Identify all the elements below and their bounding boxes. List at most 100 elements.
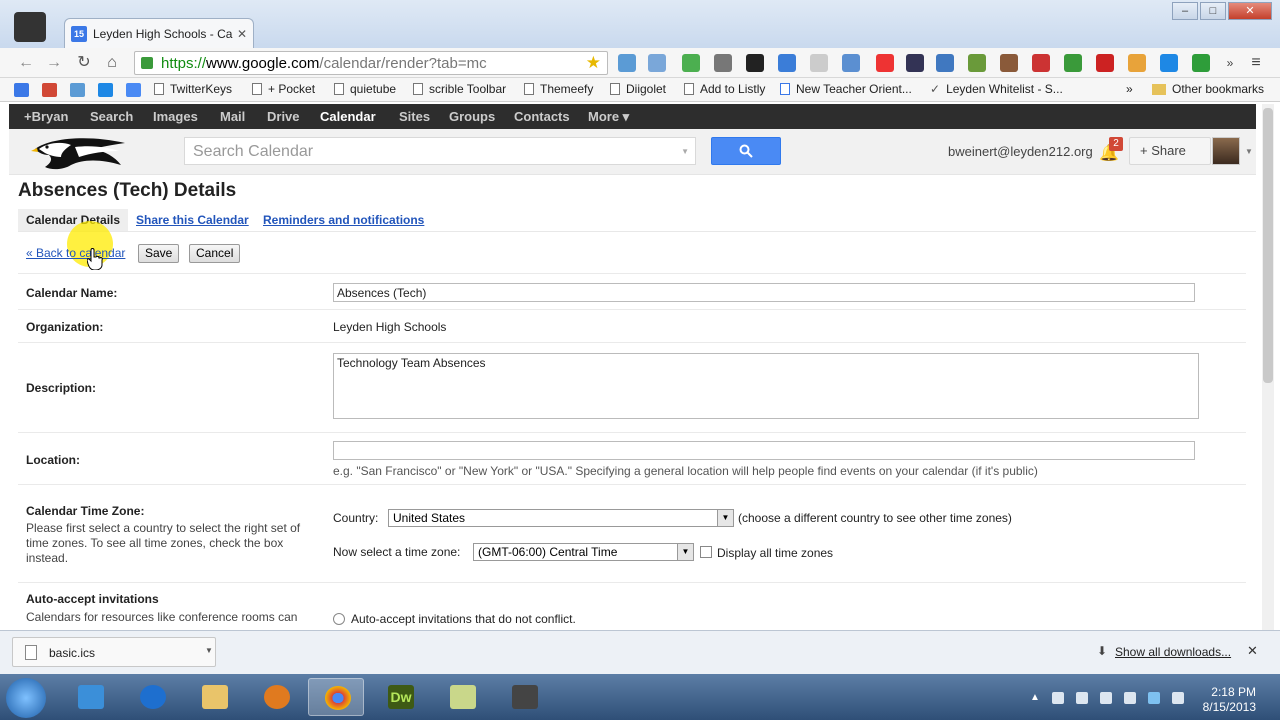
search-calendar-input[interactable]: Search Calendar ▼ — [184, 137, 696, 165]
bookmark-pocket[interactable]: + Pocket — [252, 82, 315, 96]
gbar-contacts[interactable]: Contacts — [514, 109, 570, 124]
bookmark-quietube[interactable]: quietube — [334, 82, 396, 96]
bookmark-listly[interactable]: Add to Listly — [684, 82, 765, 96]
bookmark-diigolet[interactable]: Diigolet — [610, 82, 666, 96]
account-dropdown-icon[interactable]: ▼ — [1245, 147, 1253, 156]
extension-icon[interactable] — [682, 54, 700, 72]
profile-avatar-icon[interactable] — [14, 12, 46, 42]
flag-icon[interactable] — [1052, 692, 1064, 704]
taskbar-explorer[interactable] — [186, 678, 242, 716]
extension-icon[interactable] — [968, 54, 986, 72]
reload-icon[interactable]: ↻ — [74, 53, 94, 73]
timezone-select[interactable]: (GMT-06:00) Central Time ▼ — [473, 543, 694, 561]
gbar-sites[interactable]: Sites — [399, 109, 430, 124]
bookmark-leyden-whitelist[interactable]: ✓ Leyden Whitelist - S... — [930, 82, 1063, 96]
browser-tab[interactable]: 15 Leyden High Schools - Ca ✕ — [64, 18, 254, 48]
bookmark-new-teacher[interactable]: New Teacher Orient... — [780, 82, 912, 96]
start-button[interactable] — [6, 678, 46, 718]
share-button[interactable]: + Share — [1129, 137, 1211, 165]
scrollbar-thumb[interactable] — [1263, 108, 1273, 383]
forward-arrow-icon[interactable]: → — [44, 53, 64, 73]
extension-icon[interactable] — [618, 54, 636, 72]
system-clock[interactable]: 2:18 PM 8/15/2013 — [1198, 685, 1256, 715]
taskbar-chrome[interactable] — [308, 678, 364, 716]
tray-app-icon[interactable] — [1076, 692, 1088, 704]
facebook-bookmark-icon[interactable] — [98, 83, 113, 97]
tab-reminders[interactable]: Reminders and notifications — [263, 209, 424, 231]
home-icon[interactable]: ⌂ — [102, 53, 122, 73]
taskbar-camera[interactable] — [496, 678, 552, 716]
extension-icon[interactable] — [1128, 54, 1146, 72]
extension-icon[interactable] — [936, 54, 954, 72]
auto-accept-radio[interactable] — [333, 613, 345, 625]
taskbar-notes[interactable] — [434, 678, 490, 716]
web-bookmark-icon[interactable] — [126, 83, 141, 97]
search-button[interactable] — [711, 137, 781, 165]
extension-icon[interactable] — [1032, 54, 1050, 72]
help-icon[interactable] — [1172, 692, 1184, 704]
extension-icon[interactable] — [1000, 54, 1018, 72]
extension-icon[interactable] — [842, 54, 860, 72]
bookmark-scrible[interactable]: scrible Toolbar — [413, 82, 506, 96]
show-all-downloads-link[interactable]: Show all downloads... — [1115, 645, 1231, 659]
extension-icon[interactable] — [810, 54, 828, 72]
address-bar[interactable]: https://www.google.com/calendar/render?t… — [134, 51, 608, 75]
close-window-button[interactable]: ✕ — [1228, 2, 1272, 20]
extension-icon[interactable] — [714, 54, 732, 72]
volume-icon[interactable] — [1124, 692, 1136, 704]
calendar-bookmark-icon[interactable] — [14, 83, 29, 97]
back-arrow-icon[interactable]: ← — [16, 53, 36, 73]
extension-icon[interactable] — [1096, 54, 1114, 72]
gbar-groups[interactable]: Groups — [449, 109, 495, 124]
extension-icon[interactable] — [1064, 54, 1082, 72]
gbar-more[interactable]: More ▾ — [588, 109, 629, 125]
notification-count-badge[interactable]: 2 — [1109, 137, 1123, 151]
taskbar-media-player[interactable] — [248, 678, 304, 716]
menu-icon[interactable]: ≡ — [1246, 53, 1266, 73]
cancel-button[interactable]: Cancel — [189, 244, 241, 263]
minimize-button[interactable]: – — [1172, 2, 1198, 20]
avatar[interactable] — [1212, 137, 1240, 165]
taskbar-ie-pinned[interactable] — [62, 678, 118, 716]
save-button[interactable]: Save — [138, 244, 180, 263]
search-dropdown-icon[interactable]: ▼ — [681, 147, 689, 156]
network-icon[interactable] — [1100, 692, 1112, 704]
tab-share-calendar[interactable]: Share this Calendar — [136, 209, 249, 231]
display-all-timezones-checkbox[interactable] — [700, 546, 712, 558]
taskbar-ie[interactable] — [124, 678, 180, 716]
bookmark-star-icon[interactable]: ★ — [586, 53, 601, 73]
extension-icon[interactable] — [906, 54, 924, 72]
country-select[interactable]: United States ▼ — [388, 509, 734, 527]
bookmarks-overflow[interactable]: » — [1126, 82, 1133, 96]
extension-icon[interactable] — [746, 54, 764, 72]
gbar-images[interactable]: Images — [153, 109, 198, 124]
tab-close-icon[interactable]: ✕ — [237, 27, 247, 41]
extension-icon[interactable] — [1160, 54, 1178, 72]
docs-bookmark-icon[interactable] — [70, 83, 85, 97]
extensions-overflow-icon[interactable]: » — [1220, 53, 1240, 73]
account-email[interactable]: bweinert@leyden212.org — [948, 144, 1093, 159]
extension-icon[interactable] — [1192, 54, 1210, 72]
location-input[interactable] — [333, 441, 1195, 460]
gbar-mail[interactable]: Mail — [220, 109, 245, 124]
other-bookmarks[interactable]: Other bookmarks — [1152, 82, 1264, 96]
bookmark-twitterkeys[interactable]: TwitterKeys — [154, 82, 232, 96]
close-icon[interactable]: ✕ — [1247, 643, 1258, 659]
extension-icon[interactable] — [876, 54, 894, 72]
gmail-bookmark-icon[interactable] — [42, 83, 57, 97]
bookmark-themeefy[interactable]: Themeefy — [524, 82, 593, 96]
gbar-plus-bryan[interactable]: +Bryan — [24, 109, 68, 124]
gbar-search[interactable]: Search — [90, 109, 133, 124]
calendar-name-input[interactable]: Absences (Tech) — [333, 283, 1195, 302]
dropbox-icon[interactable] — [1148, 692, 1160, 704]
maximize-button[interactable]: □ — [1200, 2, 1226, 20]
gbar-calendar[interactable]: Calendar — [320, 109, 376, 124]
gbar-drive[interactable]: Drive — [267, 109, 300, 124]
download-item[interactable]: basic.ics ▼ — [12, 637, 216, 667]
tray-expand-icon[interactable]: ▲ — [1030, 692, 1040, 703]
chevron-down-icon[interactable]: ▼ — [205, 646, 213, 655]
back-to-calendar-link[interactable]: « Back to calendar — [26, 246, 125, 260]
taskbar-dreamweaver[interactable]: Dw — [372, 678, 428, 716]
extension-icon[interactable] — [648, 54, 666, 72]
description-textarea[interactable]: Technology Team Absences — [333, 353, 1199, 419]
